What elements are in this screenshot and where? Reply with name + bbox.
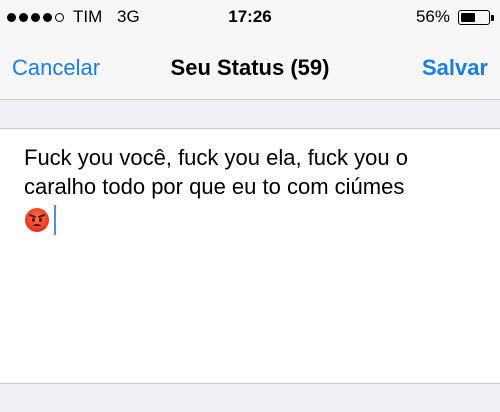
status-text-editor[interactable]: Fuck you você, fuck you ela, fuck you o … [0, 128, 500, 384]
status-text[interactable]: Fuck you você, fuck you ela, fuck you o … [24, 143, 484, 201]
battery-percentage: 56% [415, 7, 450, 26]
battery-cap [491, 15, 494, 21]
battery-icon [458, 10, 490, 25]
text-cursor [54, 205, 56, 235]
status-bar: TIM 3G 17:26 56% [0, 0, 500, 34]
save-button[interactable]: Salvar [422, 55, 488, 81]
navigation-bar: Cancelar Seu Status (59) Salvar [0, 34, 500, 100]
battery-fill [461, 13, 475, 22]
angry-face-icon [25, 208, 49, 232]
